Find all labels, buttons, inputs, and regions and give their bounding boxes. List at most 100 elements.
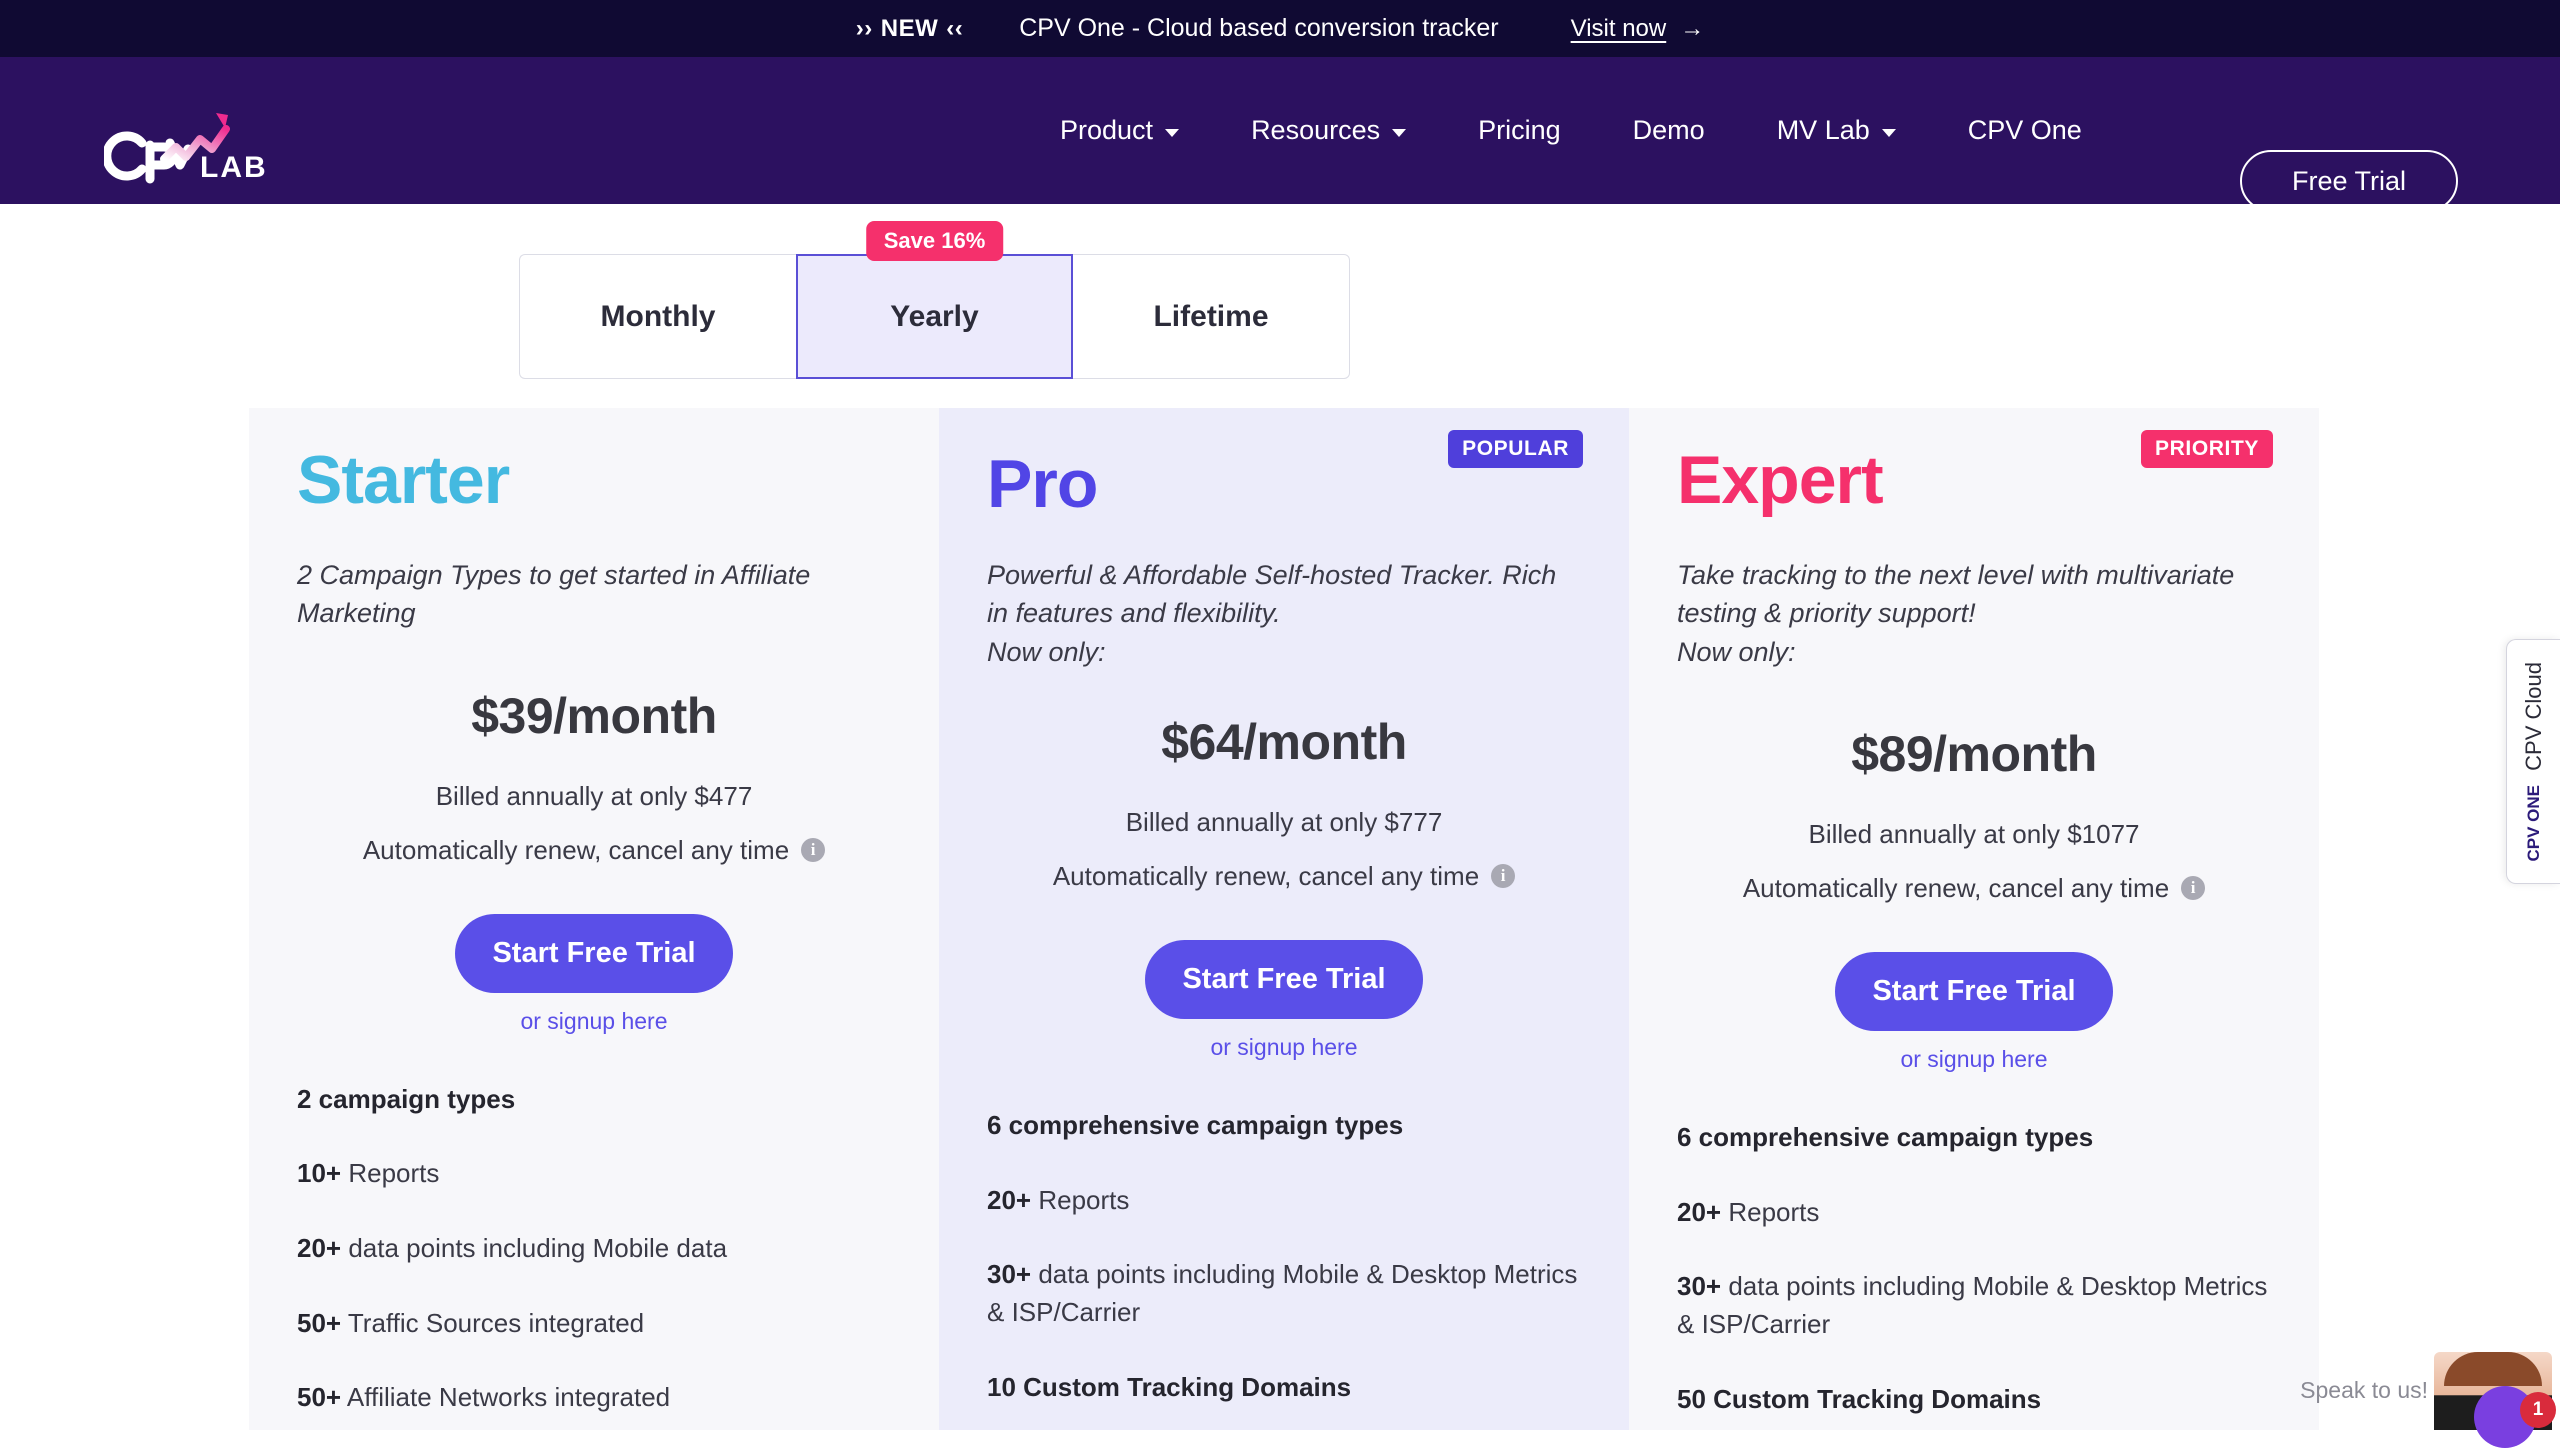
nav-item-pricing[interactable]: Pricing (1478, 115, 1561, 146)
plan-price: $39/month (297, 687, 891, 745)
feature-item: 20+ Reports (1677, 1194, 2271, 1232)
feature-bold: 50+ (297, 1382, 341, 1412)
billing-period-tabs: Monthly Save 16% Yearly Lifetime (519, 254, 1350, 379)
free-trial-label: Free Trial (2292, 166, 2406, 197)
feature-bold: 10 Custom Tracking Domains (987, 1372, 1351, 1402)
announcement-new-label: NEW (881, 15, 939, 43)
feature-item: 2 campaign types (297, 1081, 891, 1119)
cpv-one-logo-icon: CPV ONE (2524, 785, 2544, 862)
cpv-lab-logo[interactable]: LAB (104, 109, 294, 187)
main-navigation-bar: LAB Product Resources Pricing Demo MV La… (0, 57, 2560, 204)
feature-rest: Traffic Sources integrated (341, 1308, 644, 1338)
avatar-hair (2444, 1352, 2542, 1386)
feature-bold: 20+ (297, 1233, 341, 1263)
announcement-link-label: Visit now (1571, 15, 1667, 42)
chevron-down-icon (1882, 129, 1896, 137)
arrow-right-icon: → (1680, 15, 1704, 43)
billing-tab-label: Monthly (601, 300, 716, 334)
feature-bold: 50 Custom Tracking Domains (1677, 1384, 2041, 1414)
save-badge: Save 16% (866, 221, 1004, 261)
plan-feature-list: 2 campaign types 10+ Reports 20+ data po… (297, 1081, 891, 1430)
nav-item-label: Resources (1251, 115, 1380, 146)
feature-bold: 6 comprehensive campaign types (987, 1110, 1403, 1140)
chat-prompt-label: Speak to us! (2300, 1377, 2428, 1404)
billing-tab-lifetime[interactable]: Lifetime (1073, 254, 1350, 379)
chevron-down-icon (1392, 129, 1406, 137)
chat-widget[interactable]: Speak to us! 1 (2350, 1350, 2560, 1430)
nav-item-resources[interactable]: Resources (1251, 115, 1406, 146)
plan-renew-row: Automatically renew, cancel any time i (1677, 873, 2271, 904)
chevron-right-double-icon: ›› (856, 15, 873, 43)
feature-item: 30+ data points including Mobile & Deskt… (1677, 1268, 2271, 1343)
feature-item: 20+ Reports (987, 1182, 1581, 1220)
plan-price: $89/month (1677, 725, 2271, 783)
plan-price: $64/month (987, 713, 1581, 771)
start-free-trial-button[interactable]: Start Free Trial (1835, 952, 2113, 1031)
feature-bold: 20+ (1677, 1197, 1721, 1227)
info-icon[interactable]: i (801, 838, 825, 862)
plan-name: Starter (297, 446, 891, 514)
feature-rest: Affiliate Networks integrated (341, 1382, 670, 1412)
start-free-trial-button[interactable]: Start Free Trial (455, 914, 733, 993)
plan-cta-wrap: Start Free Trial or signup here (987, 940, 1581, 1061)
feature-rest: data points including Mobile data (341, 1233, 727, 1263)
info-icon[interactable]: i (2181, 876, 2205, 900)
nav-item-label: Product (1060, 115, 1153, 146)
plan-renew-note: Automatically renew, cancel any time (363, 835, 789, 866)
feature-item: 50+ Traffic Sources integrated (297, 1305, 891, 1343)
feature-bold: 10+ (297, 1158, 341, 1188)
plan-billed-note: Billed annually at only $777 (987, 807, 1581, 838)
plan-billed-note: Billed annually at only $1077 (1677, 819, 2271, 850)
announcement-inner: ›› NEW ‹‹ CPV One - Cloud based conversi… (856, 14, 1704, 43)
svg-text:LAB: LAB (200, 151, 268, 184)
announcement-new-badge: ›› NEW ‹‹ (856, 15, 963, 43)
cpv-cloud-side-tab[interactable]: CPV Cloud CPV ONE (2506, 639, 2560, 884)
signup-here-link[interactable]: or signup here (297, 1008, 891, 1035)
nav-item-demo[interactable]: Demo (1633, 115, 1705, 146)
plan-badge-popular: POPULAR (1448, 430, 1583, 468)
billing-tab-monthly[interactable]: Monthly (519, 254, 796, 379)
side-tab-label: CPV Cloud (2521, 662, 2547, 771)
signup-here-link[interactable]: or signup here (987, 1034, 1581, 1061)
feature-rest: data points including Mobile & Desktop M… (1677, 1271, 2267, 1339)
pricing-card-pro: POPULAR Pro Powerful & Affordable Self-h… (939, 408, 1629, 1430)
plan-billed-note: Billed annually at only $477 (297, 781, 891, 812)
signup-here-link[interactable]: or signup here (1677, 1046, 2271, 1073)
feature-bold: 30+ (1677, 1271, 1721, 1301)
plan-description: Take tracking to the next level with mul… (1677, 556, 2271, 671)
feature-item: 6 comprehensive campaign types (1677, 1119, 2271, 1157)
nav-item-cpv-one[interactable]: CPV One (1968, 115, 2082, 146)
plan-renew-row: Automatically renew, cancel any time i (297, 835, 891, 866)
feature-item: 30+ data points including Mobile & Deskt… (987, 1256, 1581, 1331)
nav-item-product[interactable]: Product (1060, 115, 1179, 146)
feature-rest: Reports (1031, 1185, 1129, 1215)
start-free-trial-button[interactable]: Start Free Trial (1145, 940, 1423, 1019)
chevron-down-icon (1165, 129, 1179, 137)
announcement-visit-link[interactable]: Visit now → (1571, 15, 1705, 43)
feature-item: 10+ Reports (297, 1155, 891, 1193)
chevron-left-double-icon: ‹‹ (946, 15, 963, 43)
free-trial-button[interactable]: Free Trial (2240, 150, 2458, 212)
feature-item: 6 comprehensive campaign types (987, 1107, 1581, 1145)
nav-item-label: Pricing (1478, 115, 1561, 146)
plan-badge-priority: PRIORITY (2141, 430, 2273, 468)
plan-feature-list: 6 comprehensive campaign types 20+ Repor… (987, 1107, 1581, 1430)
plan-cta-wrap: Start Free Trial or signup here (297, 914, 891, 1035)
pricing-card-expert: PRIORITY Expert Take tracking to the nex… (1629, 408, 2319, 1430)
feature-bold: 6 comprehensive campaign types (1677, 1122, 2093, 1152)
plan-feature-list: 6 comprehensive campaign types 20+ Repor… (1677, 1119, 2271, 1430)
nav-item-label: Demo (1633, 115, 1705, 146)
feature-item: 50 Custom Tracking Domains (1677, 1381, 2271, 1419)
feature-item: 20+ data points including Mobile data (297, 1230, 891, 1268)
chat-unread-badge: 1 (2520, 1392, 2556, 1428)
plan-renew-note: Automatically renew, cancel any time (1743, 873, 2169, 904)
billing-tab-yearly[interactable]: Save 16% Yearly (796, 254, 1073, 379)
nav-item-mv-lab[interactable]: MV Lab (1777, 115, 1896, 146)
feature-item: 50+ Affiliate Networks integrated (297, 1379, 891, 1417)
feature-rest: Reports (341, 1158, 439, 1188)
info-icon[interactable]: i (1491, 864, 1515, 888)
plan-description: 2 Campaign Types to get started in Affil… (297, 556, 891, 633)
announcement-text: CPV One - Cloud based conversion tracker (1019, 14, 1498, 43)
pricing-card-starter: Starter 2 Campaign Types to get started … (249, 408, 939, 1430)
announcement-bar: ›› NEW ‹‹ CPV One - Cloud based conversi… (0, 0, 2560, 57)
